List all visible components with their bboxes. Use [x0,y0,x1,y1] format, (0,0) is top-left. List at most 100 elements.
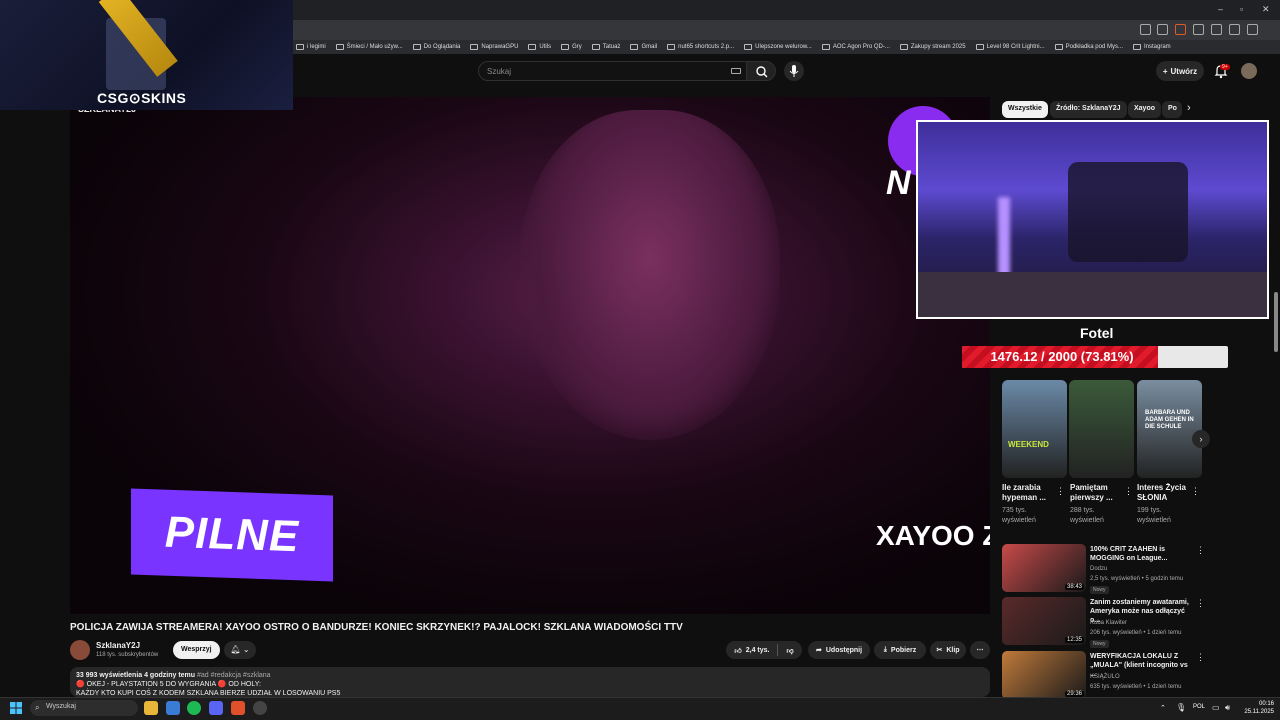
related-video-channel[interactable]: Kuba Klawiter [1090,620,1127,626]
like-button[interactable]: 👍︎ 2,4 tys. 👎︎ [726,641,802,659]
menu-icon[interactable] [1247,24,1258,35]
bookmark-item[interactable]: Gmail [630,44,657,50]
related-video-title[interactable]: 100% CRIT ZAAHEN is MOGGING on League... [1090,545,1190,563]
share-page-icon[interactable] [1157,24,1168,35]
folder-icon [744,44,753,50]
related-video-channel[interactable]: KSIĄŻULO [1090,674,1120,680]
channel-avatar[interactable] [70,640,90,660]
bookmark-item[interactable]: Level 98 Crit Lightni... [975,44,1045,50]
subscription-bell-button[interactable]: 🔔︎ ⌄ [224,641,256,659]
video-description[interactable]: 33 993 wyświetlenia 4 godziny temu #ad #… [70,667,990,697]
breaking-news-label: PILNE [164,507,300,562]
scrollbar-thumb[interactable] [1274,292,1278,352]
input-language[interactable]: POL [1193,704,1205,710]
spotify-icon[interactable] [187,701,201,715]
short-thumbnail[interactable]: WEEKEND [1002,380,1067,478]
tray-chevron-icon[interactable]: ⌃ [1160,704,1166,712]
voice-search-button[interactable] [784,61,804,81]
bookmark-item[interactable]: Tatuaż [591,44,620,50]
brave-browser-icon[interactable] [231,701,245,715]
bookmark-item[interactable]: Zakupy stream 2025 [899,44,966,50]
chevron-right-icon[interactable]: › [1187,102,1191,114]
discord-icon[interactable] [209,701,223,715]
related-video-channel[interactable]: Dodzu [1090,566,1107,572]
description-line: KAŻDY KTO KUPI COŚ Z KODEM SZKLANA BIERZ… [76,690,341,697]
volume-icon[interactable]: 🔊︎ [1225,703,1230,713]
bookmark-item[interactable]: AOC Agon Pro QD-... [821,44,890,50]
system-clock[interactable]: 00:16 25.11.2025 [1240,700,1274,716]
file-explorer-icon[interactable] [144,701,158,715]
search-button[interactable] [746,61,776,81]
more-options-icon[interactable]: ⋮ [1196,652,1205,663]
close-window-button[interactable]: ✕ [1262,4,1270,15]
folder-icon [821,44,830,50]
short-views: 199 tys. wyświetleń [1137,507,1171,524]
maximize-button[interactable]: ▫ [1240,4,1243,14]
short-thumbnail[interactable]: BARBARA UND ADAM GEHEN IN DIE SCHULE [1137,380,1202,478]
bookmark-item[interactable]: nut65 shortcuts 2.p... [667,44,734,50]
search-input[interactable]: Szukaj [478,61,748,81]
user-avatar[interactable] [1241,63,1257,79]
chip-source[interactable]: Źródło: SzklanaY2J [1050,101,1127,118]
more-options-icon[interactable]: ⋮ [1191,486,1200,497]
clock-date: 25.11.2025 [1244,709,1274,715]
page-scrollbar[interactable] [1272,55,1280,695]
bookmark-item[interactable]: Podkładka pod Mys... [1054,44,1123,50]
related-video-thumbnail[interactable]: 29:36 [1002,651,1086,699]
microphone-icon[interactable]: 🎙︎ [1176,703,1186,712]
network-icon[interactable]: ▭ [1212,703,1220,712]
related-video-thumbnail[interactable]: 12:35 [1002,597,1086,645]
download-button[interactable]: ⤓ Pobierz [874,641,926,659]
like-count: 2,4 tys. [745,646,770,654]
chip-more[interactable]: Po [1162,101,1182,118]
brave-shield-icon[interactable] [1175,24,1186,35]
chip-xayoo[interactable]: Xayoo [1128,101,1162,118]
more-options-icon[interactable]: ⋮ [1196,598,1205,609]
chip-all[interactable]: Wszystkie [1002,101,1048,118]
video-title: POLICJA ZAWIJA STREAMERA! XAYOO OSTRO O … [70,622,683,633]
search-icon: ⌕ [35,703,40,712]
hashtags[interactable]: #ad #redakcja #szklana [197,672,271,679]
more-options-icon[interactable]: ⋮ [1056,486,1065,497]
bookmark-item[interactable]: Utils [528,44,551,50]
windows-start-icon[interactable] [10,702,22,714]
minimize-button[interactable]: – [1218,4,1223,14]
keyboard-icon[interactable] [731,68,741,74]
donation-goal-text: 1476.12 / 2000 (73.81%) [990,349,1134,364]
short-title[interactable]: Ile zarabia hypeman ... [1002,483,1056,503]
more-actions-button[interactable]: ⋯ [970,641,990,659]
short-title[interactable]: Pamiętam pierwszy ... [1070,483,1124,503]
shorts-next-button[interactable]: › [1192,430,1210,448]
notification-count-badge: 9+ [1220,64,1230,70]
bookmark-item[interactable]: i legimi [296,44,326,50]
store-icon[interactable] [166,701,180,715]
bookmark-item[interactable]: Ulepszone welurow... [744,44,812,50]
bookmark-item[interactable]: Instagram [1133,44,1171,50]
wallet-icon[interactable] [1229,24,1240,35]
short-title[interactable]: Interes Życia SŁONIA [1137,483,1191,503]
cast-icon[interactable] [1140,24,1151,35]
bookmark-item[interactable]: Gry [561,44,582,50]
bookmark-label: i legimi [307,44,326,50]
related-video-meta: 2,5 tys. wyświetleń • 5 godzin temu [1090,576,1184,582]
bookmark-label: nut65 shortcuts 2.p... [678,44,735,50]
obs-icon[interactable] [253,701,267,715]
taskbar-search[interactable]: Wyszukaj [30,700,138,716]
sidebar-icon[interactable] [1211,24,1222,35]
bookmark-item[interactable]: Śmieci / Mało używ... [335,44,403,50]
thumbs-down-icon: 👎︎ [786,647,794,655]
channel-name[interactable]: SzklanaY2J [96,641,140,650]
extension-icon[interactable] [1193,24,1204,35]
share-button[interactable]: ➦ Udostępnij [808,641,870,659]
more-options-icon[interactable]: ⋮ [1124,486,1133,497]
folder-icon [1054,44,1063,50]
clip-button[interactable]: ✂ Klip [930,641,966,659]
related-video-thumbnail[interactable]: 38:43 [1002,544,1086,592]
bookmark-item[interactable]: NaprawaGPU [470,44,518,50]
short-thumbnail[interactable] [1069,380,1134,478]
create-button[interactable]: + Utwórz [1156,61,1204,81]
more-options-icon[interactable]: ⋮ [1196,545,1205,556]
bookmark-item[interactable]: Do Oglądania [412,44,460,50]
clock-time: 00:16 [1258,701,1274,707]
support-button[interactable]: Wesprzyj [173,641,220,659]
